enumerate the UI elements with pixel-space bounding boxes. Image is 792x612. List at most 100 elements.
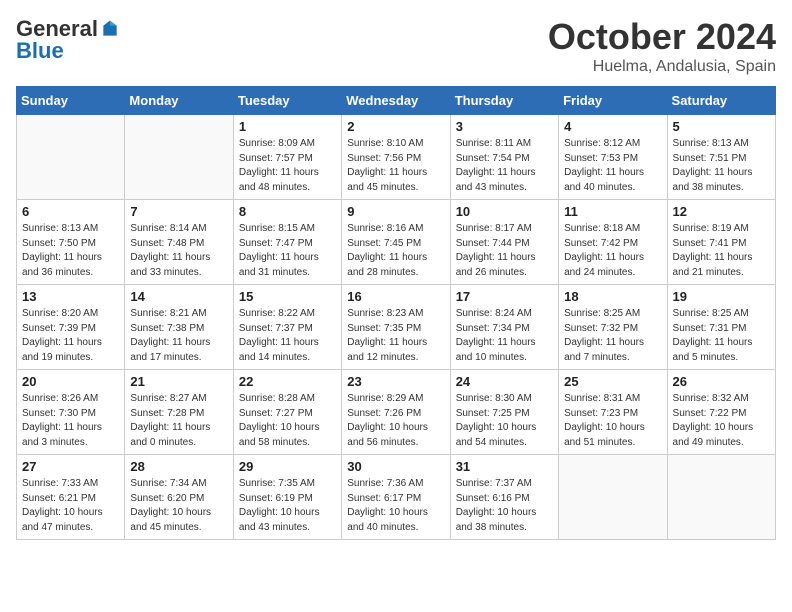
day-info: Sunrise: 8:29 AM Sunset: 7:26 PM Dayligh… bbox=[347, 392, 444, 450]
day-info: Sunrise: 7:36 AM Sunset: 6:17 PM Dayligh… bbox=[347, 477, 444, 535]
calendar-cell-week4-day3: 22 Sunrise: 8:28 AM Sunset: 7:27 PM Dayli… bbox=[233, 370, 341, 455]
logo-icon bbox=[100, 19, 120, 39]
day-info: Sunrise: 8:12 AM Sunset: 7:53 PM Dayligh… bbox=[564, 137, 661, 195]
day-number: 9 bbox=[347, 204, 444, 219]
calendar-cell-week5-day7 bbox=[667, 455, 775, 540]
calendar-cell-week5-day2: 28 Sunrise: 7:34 AM Sunset: 6:20 PM Dayli… bbox=[125, 455, 233, 540]
day-number: 5 bbox=[673, 119, 770, 134]
calendar-cell-week1-day3: 1 Sunrise: 8:09 AM Sunset: 7:57 PM Daylig… bbox=[233, 115, 341, 200]
calendar-week-row-4: 20 Sunrise: 8:26 AM Sunset: 7:30 PM Dayli… bbox=[17, 370, 776, 455]
day-info: Sunrise: 8:09 AM Sunset: 7:57 PM Dayligh… bbox=[239, 137, 336, 195]
day-number: 18 bbox=[564, 289, 661, 304]
calendar-cell-week1-day6: 4 Sunrise: 8:12 AM Sunset: 7:53 PM Daylig… bbox=[559, 115, 667, 200]
calendar-cell-week2-day2: 7Sunrise: 8:14 AM Sunset: 7:48 PM Daylig… bbox=[125, 200, 233, 285]
weekday-header-saturday: Saturday bbox=[667, 87, 775, 115]
day-number: 8 bbox=[239, 204, 336, 219]
calendar-cell-week2-day1: 6 Sunrise: 8:13 AM Sunset: 7:50 PM Daylig… bbox=[17, 200, 125, 285]
day-info: Sunrise: 8:28 AM Sunset: 7:27 PM Dayligh… bbox=[239, 392, 336, 450]
calendar-cell-week2-day6: 11 Sunrise: 8:18 AM Sunset: 7:42 PM Dayli… bbox=[559, 200, 667, 285]
calendar-cell-week2-day7: 12Sunrise: 8:19 AM Sunset: 7:41 PM Dayli… bbox=[667, 200, 775, 285]
day-info: Sunrise: 8:13 AM Sunset: 7:51 PM Dayligh… bbox=[673, 137, 770, 195]
day-info: Sunrise: 8:17 AM Sunset: 7:44 PM Dayligh… bbox=[456, 222, 553, 280]
calendar-week-row-3: 13Sunrise: 8:20 AM Sunset: 7:39 PM Dayli… bbox=[17, 285, 776, 370]
calendar-cell-week3-day5: 17 Sunrise: 8:24 AM Sunset: 7:34 PM Dayli… bbox=[450, 285, 558, 370]
calendar-cell-week2-day4: 9 Sunrise: 8:16 AM Sunset: 7:45 PM Daylig… bbox=[342, 200, 450, 285]
day-info: Sunrise: 8:21 AM Sunset: 7:38 PM Dayligh… bbox=[130, 307, 227, 365]
logo-blue-text: Blue bbox=[16, 38, 64, 64]
logo: General Blue bbox=[16, 16, 120, 64]
day-info: Sunrise: 8:31 AM Sunset: 7:23 PM Dayligh… bbox=[564, 392, 661, 450]
day-info: Sunrise: 8:30 AM Sunset: 7:25 PM Dayligh… bbox=[456, 392, 553, 450]
day-number: 6 bbox=[22, 204, 119, 219]
day-info: Sunrise: 8:10 AM Sunset: 7:56 PM Dayligh… bbox=[347, 137, 444, 195]
day-info: Sunrise: 7:35 AM Sunset: 6:19 PM Dayligh… bbox=[239, 477, 336, 535]
calendar-title: October 2024 bbox=[548, 16, 776, 58]
day-number: 27 bbox=[22, 459, 119, 474]
day-number: 19 bbox=[673, 289, 770, 304]
day-number: 16 bbox=[347, 289, 444, 304]
day-number: 2 bbox=[347, 119, 444, 134]
day-number: 3 bbox=[456, 119, 553, 134]
day-number: 4 bbox=[564, 119, 661, 134]
calendar-cell-week2-day3: 8 Sunrise: 8:15 AM Sunset: 7:47 PM Daylig… bbox=[233, 200, 341, 285]
day-number: 11 bbox=[564, 204, 661, 219]
calendar-cell-week5-day5: 31Sunrise: 7:37 AM Sunset: 6:16 PM Dayli… bbox=[450, 455, 558, 540]
day-number: 24 bbox=[456, 374, 553, 389]
day-number: 10 bbox=[456, 204, 553, 219]
day-number: 20 bbox=[22, 374, 119, 389]
calendar-cell-week4-day4: 23Sunrise: 8:29 AM Sunset: 7:26 PM Dayli… bbox=[342, 370, 450, 455]
day-info: Sunrise: 8:24 AM Sunset: 7:34 PM Dayligh… bbox=[456, 307, 553, 365]
calendar-cell-week4-day5: 24 Sunrise: 8:30 AM Sunset: 7:25 PM Dayli… bbox=[450, 370, 558, 455]
day-info: Sunrise: 8:25 AM Sunset: 7:31 PM Dayligh… bbox=[673, 307, 770, 365]
day-number: 25 bbox=[564, 374, 661, 389]
day-info: Sunrise: 8:27 AM Sunset: 7:28 PM Dayligh… bbox=[130, 392, 227, 450]
weekday-header-thursday: Thursday bbox=[450, 87, 558, 115]
day-info: Sunrise: 8:32 AM Sunset: 7:22 PM Dayligh… bbox=[673, 392, 770, 450]
day-info: Sunrise: 7:34 AM Sunset: 6:20 PM Dayligh… bbox=[130, 477, 227, 535]
calendar-cell-week3-day2: 14 Sunrise: 8:21 AM Sunset: 7:38 PM Dayli… bbox=[125, 285, 233, 370]
calendar-cell-week3-day1: 13Sunrise: 8:20 AM Sunset: 7:39 PM Dayli… bbox=[17, 285, 125, 370]
day-info: Sunrise: 8:11 AM Sunset: 7:54 PM Dayligh… bbox=[456, 137, 553, 195]
weekday-header-monday: Monday bbox=[125, 87, 233, 115]
day-info: Sunrise: 8:25 AM Sunset: 7:32 PM Dayligh… bbox=[564, 307, 661, 365]
calendar-table: SundayMondayTuesdayWednesdayThursdayFrid… bbox=[16, 86, 776, 540]
weekday-header-wednesday: Wednesday bbox=[342, 87, 450, 115]
weekday-header-tuesday: Tuesday bbox=[233, 87, 341, 115]
day-info: Sunrise: 7:33 AM Sunset: 6:21 PM Dayligh… bbox=[22, 477, 119, 535]
day-info: Sunrise: 8:16 AM Sunset: 7:45 PM Dayligh… bbox=[347, 222, 444, 280]
calendar-cell-week1-day7: 5 Sunrise: 8:13 AM Sunset: 7:51 PM Daylig… bbox=[667, 115, 775, 200]
day-info: Sunrise: 8:20 AM Sunset: 7:39 PM Dayligh… bbox=[22, 307, 119, 365]
day-info: Sunrise: 8:26 AM Sunset: 7:30 PM Dayligh… bbox=[22, 392, 119, 450]
calendar-cell-week4-day6: 25 Sunrise: 8:31 AM Sunset: 7:23 PM Dayli… bbox=[559, 370, 667, 455]
day-number: 17 bbox=[456, 289, 553, 304]
calendar-week-row-1: 1 Sunrise: 8:09 AM Sunset: 7:57 PM Daylig… bbox=[17, 115, 776, 200]
calendar-cell-week2-day5: 10 Sunrise: 8:17 AM Sunset: 7:44 PM Dayli… bbox=[450, 200, 558, 285]
calendar-cell-week5-day3: 29 Sunrise: 7:35 AM Sunset: 6:19 PM Dayli… bbox=[233, 455, 341, 540]
day-info: Sunrise: 8:23 AM Sunset: 7:35 PM Dayligh… bbox=[347, 307, 444, 365]
calendar-cell-week3-day3: 15Sunrise: 8:22 AM Sunset: 7:37 PM Dayli… bbox=[233, 285, 341, 370]
weekday-header-row: SundayMondayTuesdayWednesdayThursdayFrid… bbox=[17, 87, 776, 115]
day-number: 29 bbox=[239, 459, 336, 474]
day-info: Sunrise: 7:37 AM Sunset: 6:16 PM Dayligh… bbox=[456, 477, 553, 535]
calendar-cell-week5-day4: 30Sunrise: 7:36 AM Sunset: 6:17 PM Dayli… bbox=[342, 455, 450, 540]
day-info: Sunrise: 8:18 AM Sunset: 7:42 PM Dayligh… bbox=[564, 222, 661, 280]
title-block: October 2024 Huelma, Andalusia, Spain bbox=[548, 16, 776, 76]
day-number: 12 bbox=[673, 204, 770, 219]
day-number: 1 bbox=[239, 119, 336, 134]
day-number: 22 bbox=[239, 374, 336, 389]
calendar-cell-week5-day6 bbox=[559, 455, 667, 540]
day-number: 15 bbox=[239, 289, 336, 304]
day-info: Sunrise: 8:14 AM Sunset: 7:48 PM Dayligh… bbox=[130, 222, 227, 280]
day-info: Sunrise: 8:15 AM Sunset: 7:47 PM Dayligh… bbox=[239, 222, 336, 280]
day-number: 14 bbox=[130, 289, 227, 304]
page-header: General Blue October 2024 Huelma, Andalu… bbox=[16, 16, 776, 76]
day-number: 26 bbox=[673, 374, 770, 389]
calendar-subtitle: Huelma, Andalusia, Spain bbox=[548, 58, 776, 76]
weekday-header-sunday: Sunday bbox=[17, 87, 125, 115]
day-number: 21 bbox=[130, 374, 227, 389]
calendar-cell-week1-day5: 3 Sunrise: 8:11 AM Sunset: 7:54 PM Daylig… bbox=[450, 115, 558, 200]
calendar-cell-week3-day7: 19 Sunrise: 8:25 AM Sunset: 7:31 PM Dayli… bbox=[667, 285, 775, 370]
day-info: Sunrise: 8:13 AM Sunset: 7:50 PM Dayligh… bbox=[22, 222, 119, 280]
day-number: 28 bbox=[130, 459, 227, 474]
calendar-week-row-5: 27 Sunrise: 7:33 AM Sunset: 6:21 PM Dayli… bbox=[17, 455, 776, 540]
